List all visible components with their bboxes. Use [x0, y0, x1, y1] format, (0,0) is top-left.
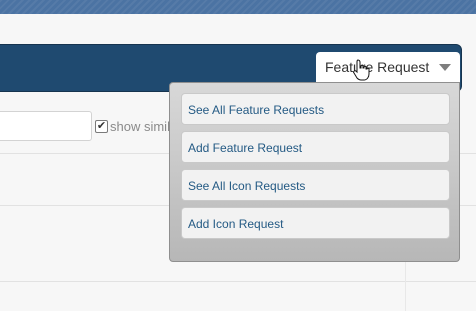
dropdown-selected-label: Feature Request — [325, 59, 430, 75]
menu-item-add-feature-request[interactable]: Add Feature Request — [181, 131, 450, 163]
page: ✔ show simil Feature Request See All Fea… — [0, 0, 476, 311]
search-input[interactable] — [0, 111, 92, 141]
menu-item-add-icon-request[interactable]: Add Icon Request — [181, 207, 450, 239]
dropdown-menu: See All Feature Requests Add Feature Req… — [169, 82, 460, 262]
caret-down-icon[interactable] — [439, 64, 451, 71]
top-banner — [0, 0, 476, 14]
show-similar-label: show simil — [110, 119, 170, 134]
feature-request-dropdown[interactable]: Feature Request — [316, 52, 460, 82]
menu-item-see-all-icon-requests[interactable]: See All Icon Requests — [181, 169, 450, 201]
show-similar-checkbox[interactable]: ✔ — [95, 120, 108, 133]
menu-item-see-all-feature-requests[interactable]: See All Feature Requests — [181, 93, 450, 125]
hand-cursor-icon — [353, 59, 370, 81]
